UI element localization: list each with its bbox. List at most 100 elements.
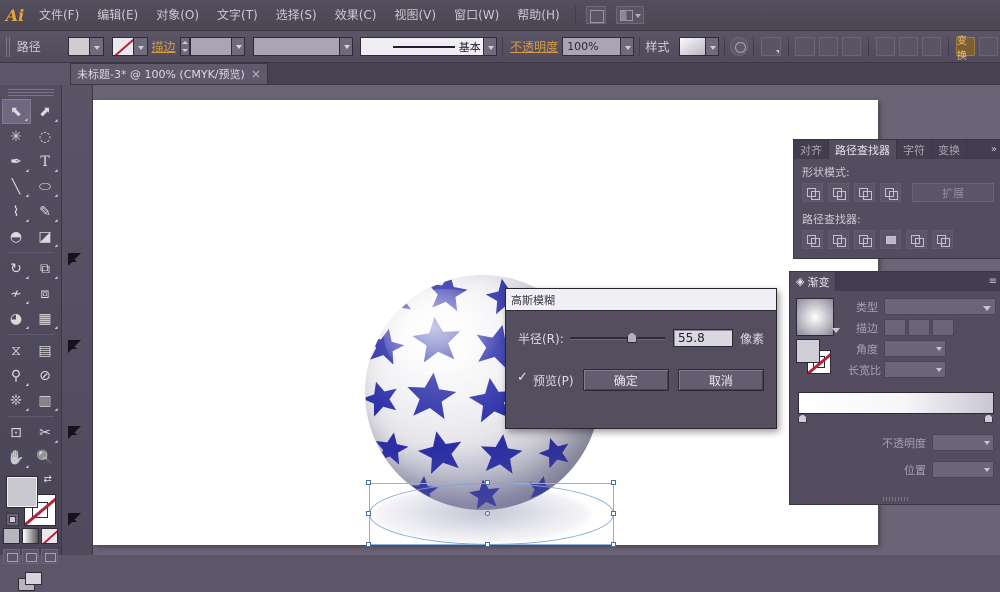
bbox-handle-mr[interactable] <box>611 511 616 516</box>
dialog-title-bar[interactable]: 高斯模糊 <box>506 289 776 311</box>
bbox-handle-ml[interactable] <box>366 511 371 516</box>
bridge-icon[interactable] <box>586 6 606 24</box>
slider-knob[interactable] <box>627 332 637 343</box>
opacity-field[interactable]: 100% <box>562 37 621 56</box>
stroke-along-icon[interactable] <box>908 319 930 336</box>
tool-selection[interactable]: ⬉ <box>2 99 31 124</box>
merge-icon[interactable] <box>854 230 875 249</box>
gradient-thumb-chevron-icon[interactable] <box>832 328 840 333</box>
brush-definition-field[interactable]: 基本 <box>360 37 484 56</box>
tool-rotate[interactable]: ↻ <box>2 256 31 281</box>
gradient-panel-menu-icon[interactable]: ≡ <box>984 272 1000 291</box>
menu-window[interactable]: 窗口(W) <box>445 0 508 31</box>
gradient-slider-bar[interactable] <box>798 392 994 414</box>
tab-character[interactable]: 字符 <box>897 140 932 159</box>
brush-dropdown-icon[interactable] <box>484 37 497 56</box>
menu-select[interactable]: 选择(S) <box>267 0 326 31</box>
tab-pathfinder[interactable]: 路径查找器 <box>829 140 897 159</box>
fill-dropdown-icon[interactable] <box>90 37 104 56</box>
tool-type[interactable]: T <box>31 149 60 174</box>
tool-magic-wand[interactable]: ✳ <box>2 124 31 149</box>
draw-behind-icon[interactable] <box>22 549 39 564</box>
exclude-icon[interactable] <box>880 183 901 202</box>
tool-free-transform[interactable]: ⧈ <box>31 281 60 306</box>
gradient-preview-thumb[interactable] <box>796 298 834 336</box>
control-bar-grip[interactable] <box>6 37 11 57</box>
tab-gradient[interactable]: ◈ 渐变 <box>790 272 836 291</box>
radius-input[interactable]: 55.8 <box>673 329 733 347</box>
gradient-aspect-field[interactable] <box>884 361 946 378</box>
bbox-handle-tl[interactable] <box>366 480 371 485</box>
fill-swatch[interactable] <box>68 37 90 56</box>
stroke-weight-stepper[interactable] <box>180 37 191 56</box>
tool-perspective-grid[interactable]: ▦ <box>31 306 60 331</box>
default-fill-stroke-icon[interactable] <box>6 513 19 526</box>
fill-color-swatch[interactable] <box>6 476 38 508</box>
graphic-style-swatch[interactable] <box>679 37 706 56</box>
panel-expand-chevron-icon[interactable]: » <box>986 140 1000 159</box>
tool-lasso[interactable]: ◌ <box>31 124 60 149</box>
align-left-icon[interactable] <box>795 37 814 56</box>
close-icon[interactable]: × <box>251 68 261 80</box>
variable-width-profile-field[interactable] <box>253 37 353 56</box>
divide-icon[interactable] <box>802 230 823 249</box>
ok-button[interactable]: 确定 <box>583 369 669 391</box>
minus-front-icon[interactable] <box>828 183 849 202</box>
gradient-fill-stroke-control[interactable] <box>796 339 832 379</box>
panel-arrow-1-icon[interactable] <box>68 253 81 266</box>
select-similar-icon[interactable] <box>761 37 780 56</box>
opacity-mask-icon[interactable] <box>730 37 748 56</box>
trim-icon[interactable] <box>828 230 849 249</box>
tool-column-graph[interactable]: ▥ <box>31 388 60 413</box>
outline-icon[interactable] <box>906 230 927 249</box>
gradient-mode-icon[interactable] <box>22 528 39 544</box>
menu-effect[interactable]: 效果(C) <box>326 0 386 31</box>
tool-gradient[interactable]: ▤ <box>31 338 60 363</box>
gradient-stop-start[interactable] <box>798 414 807 423</box>
menu-file[interactable]: 文件(F) <box>30 0 88 31</box>
tool-line-segment[interactable]: ╲ <box>2 174 31 199</box>
tool-eraser[interactable]: ◪ <box>31 224 60 249</box>
tool-blend[interactable]: ⊘ <box>31 363 60 388</box>
cancel-button[interactable]: 取消 <box>678 369 764 391</box>
panel-arrow-3-icon[interactable] <box>68 426 81 439</box>
gradient-panel[interactable]: ◈ 渐变 ≡ 类型 描边 <box>789 271 1000 505</box>
control-panel-menu-icon[interactable] <box>979 37 998 56</box>
tool-shape-builder[interactable]: ◕ <box>2 306 31 331</box>
minus-back-icon[interactable] <box>932 230 953 249</box>
tool-mesh[interactable]: ⧖ <box>2 338 31 363</box>
stroke-color-control[interactable] <box>112 37 148 56</box>
document-tab[interactable]: 未标题-3* @ 100% (CMYK/预览) × <box>70 63 268 84</box>
draw-inside-icon[interactable] <box>41 549 58 564</box>
tool-ellipse[interactable]: ⬭ <box>31 174 60 199</box>
distribute-bottom-icon[interactable] <box>922 37 941 56</box>
tool-scale[interactable]: ⧉ <box>31 256 60 281</box>
color-mode-icon[interactable] <box>3 528 20 544</box>
opacity-label[interactable]: 不透明度 <box>510 38 558 55</box>
tool-direct-selection[interactable]: ⬈ <box>31 99 60 124</box>
tool-eyedropper[interactable]: ⚲ <box>2 363 31 388</box>
menu-edit[interactable]: 编辑(E) <box>88 0 147 31</box>
tool-blob-brush[interactable]: ◓ <box>2 224 31 249</box>
selected-ellipse-path[interactable] <box>369 483 614 545</box>
gaussian-blur-dialog[interactable]: 高斯模糊 半径(R): 55.8 像素 预览(P) 确定 取消 <box>505 288 777 429</box>
tool-pen[interactable]: ✒ <box>2 149 31 174</box>
panel-arrow-4-icon[interactable] <box>68 513 81 526</box>
swap-fill-stroke-icon[interactable]: ⇄ <box>44 474 56 486</box>
tool-pencil[interactable]: ✎ <box>31 199 60 224</box>
expand-button[interactable]: 扩展 <box>912 183 994 202</box>
unite-icon[interactable] <box>802 183 823 202</box>
gradient-type-select[interactable] <box>884 298 996 315</box>
crop-icon[interactable] <box>880 230 901 249</box>
distribute-middle-icon[interactable] <box>899 37 918 56</box>
gradient-opacity-field[interactable] <box>932 434 994 451</box>
tool-width[interactable]: ≁ <box>2 281 31 306</box>
menu-view[interactable]: 视图(V) <box>385 0 445 31</box>
screen-mode-toggle[interactable] <box>0 572 61 592</box>
tab-transform[interactable]: 变换 <box>932 140 967 159</box>
stroke-weight-dropdown-icon[interactable] <box>231 38 244 55</box>
toolbox-grip[interactable] <box>8 89 54 96</box>
bbox-handle-bl[interactable] <box>366 542 371 547</box>
tab-align[interactable]: 对齐 <box>794 140 829 159</box>
panel-arrow-2-icon[interactable] <box>68 340 81 353</box>
